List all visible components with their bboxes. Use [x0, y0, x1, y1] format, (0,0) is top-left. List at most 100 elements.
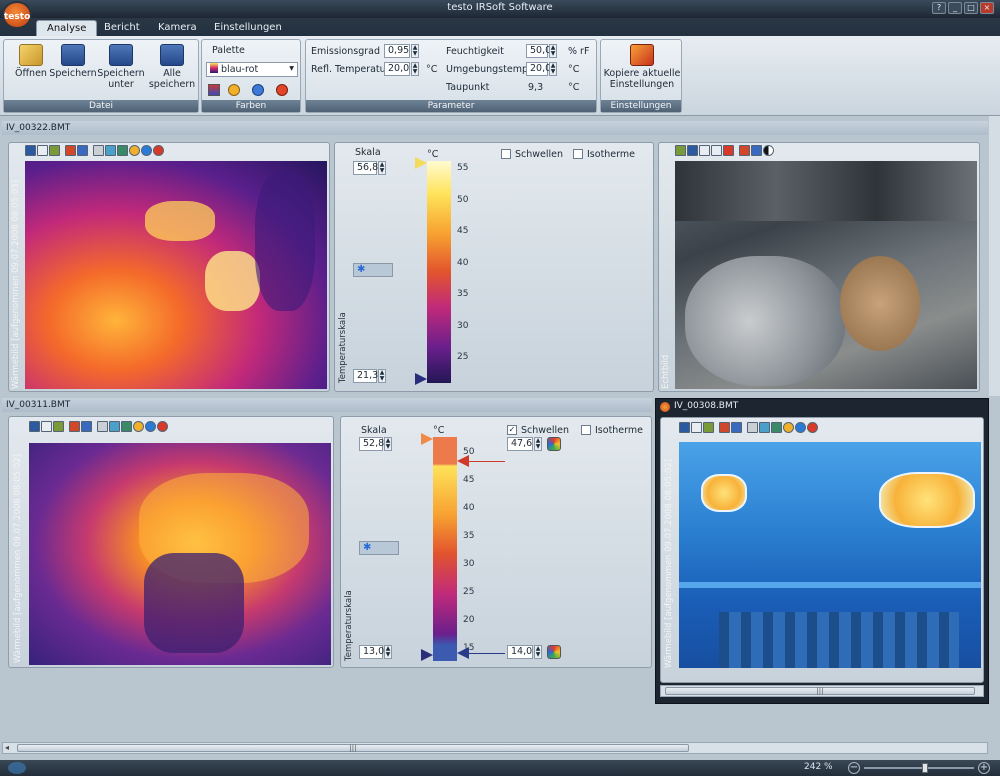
hot-spot-icon[interactable]: [129, 145, 140, 156]
zoom-slider-thumb[interactable]: [922, 763, 928, 773]
histogram-icon[interactable]: [117, 145, 128, 156]
thermal-image[interactable]: [679, 442, 981, 668]
upper-threshold-field[interactable]: 47,6: [507, 437, 533, 451]
upper-threshold-handle[interactable]: [457, 455, 469, 467]
marker-icon[interactable]: [157, 421, 168, 432]
workspace-horizontal-scrollbar[interactable]: ◂ |||: [2, 742, 988, 754]
emission-spinner[interactable]: ▲ ▼: [411, 44, 419, 58]
cold-spot-icon[interactable]: [141, 145, 152, 156]
export-icon[interactable]: [49, 145, 60, 156]
zoom-out-icon[interactable]: [751, 145, 762, 156]
profile-icon[interactable]: [759, 422, 770, 433]
thermometer-icon[interactable]: [93, 145, 104, 156]
blue-dot-icon[interactable]: [252, 84, 264, 96]
zoom-slider-track[interactable]: [864, 767, 974, 769]
copy-icon[interactable]: [41, 421, 52, 432]
copy-icon[interactable]: [699, 145, 710, 156]
thermometer-icon[interactable]: [208, 84, 220, 96]
paste-icon[interactable]: [711, 145, 722, 156]
refl-temp-spinner[interactable]: ▲ ▼: [411, 62, 419, 76]
color-picker-icon[interactable]: [547, 645, 561, 659]
color-picker-icon[interactable]: [547, 437, 561, 451]
copy-icon[interactable]: [691, 422, 702, 433]
scale-min-field[interactable]: 21,3: [353, 369, 378, 383]
isotherme-checkbox[interactable]: [581, 425, 591, 435]
schwellen-checkbox[interactable]: [501, 149, 511, 159]
save-as-button[interactable]: Speichern unter: [96, 42, 146, 90]
tab-bericht[interactable]: Bericht: [94, 20, 150, 36]
maximize-button[interactable]: □: [964, 2, 978, 14]
document-tab[interactable]: IV_00322.BMT: [2, 121, 988, 135]
save-icon[interactable]: [25, 145, 36, 156]
app-logo[interactable]: testo: [2, 1, 32, 29]
profile-icon[interactable]: [105, 145, 116, 156]
scale-max-field[interactable]: 56,8: [353, 161, 378, 175]
histogram-icon[interactable]: [771, 422, 782, 433]
save-icon[interactable]: [29, 421, 40, 432]
ambient-field[interactable]: 20,0: [526, 62, 551, 76]
scrollbar-thumb[interactable]: |||: [17, 744, 689, 752]
thermal-image[interactable]: [29, 443, 331, 665]
zoom-in-button[interactable]: +: [978, 762, 990, 774]
max-slider-handle[interactable]: [415, 157, 427, 169]
hot-spot-icon[interactable]: [133, 421, 144, 432]
zoom-in-icon[interactable]: [719, 422, 730, 433]
humidity-field[interactable]: 50,0: [526, 44, 551, 58]
lower-threshold-field[interactable]: 14,0: [507, 645, 533, 659]
profile-icon[interactable]: [109, 421, 120, 432]
cold-spot-icon[interactable]: [795, 422, 806, 433]
emission-field[interactable]: 0,95: [384, 44, 410, 58]
minimize-button[interactable]: _: [948, 2, 962, 14]
zoom-in-icon[interactable]: [65, 145, 76, 156]
scale-max-spinner[interactable]: ▲ ▼: [378, 161, 386, 175]
export-icon[interactable]: [53, 421, 64, 432]
marker-icon[interactable]: [153, 145, 164, 156]
save-all-button[interactable]: Alle speichern: [147, 42, 197, 90]
min-slider-handle[interactable]: [421, 649, 433, 661]
auto-scale-button[interactable]: ✱: [359, 541, 399, 555]
zoom-out-button[interactable]: −: [848, 762, 860, 774]
schwellen-checkbox[interactable]: ✓: [507, 425, 517, 435]
scale-max-spinner[interactable]: ▲ ▼: [384, 437, 392, 451]
palette-select[interactable]: blau-rot ▾: [206, 62, 298, 77]
tab-kamera[interactable]: Kamera: [148, 20, 207, 36]
zoom-out-icon[interactable]: [77, 145, 88, 156]
lower-threshold-handle[interactable]: [457, 647, 469, 659]
ambient-spinner[interactable]: ▲ ▼: [549, 62, 557, 76]
thermometer-icon[interactable]: [97, 421, 108, 432]
copy-settings-button[interactable]: Kopiere aktuelle Einstellungen: [603, 42, 681, 90]
thermal-image[interactable]: [25, 161, 327, 389]
contrast-icon[interactable]: [763, 145, 774, 156]
export-icon[interactable]: [703, 422, 714, 433]
zoom-in-icon[interactable]: [69, 421, 80, 432]
lower-threshold-spinner[interactable]: ▲ ▼: [534, 645, 542, 659]
humidity-spinner[interactable]: ▲ ▼: [549, 44, 557, 58]
cold-spot-icon[interactable]: [145, 421, 156, 432]
tab-analyse[interactable]: Analyse: [36, 20, 98, 36]
load-icon[interactable]: [675, 145, 686, 156]
zoom-out-icon[interactable]: [731, 422, 742, 433]
auto-scale-button[interactable]: ✱: [353, 263, 393, 277]
scale-min-spinner[interactable]: ▲ ▼: [384, 645, 392, 659]
max-slider-handle[interactable]: [421, 433, 433, 445]
isotherme-checkbox[interactable]: [573, 149, 583, 159]
save-icon[interactable]: [679, 422, 690, 433]
upper-threshold-spinner[interactable]: ▲ ▼: [534, 437, 542, 451]
save-icon[interactable]: [687, 145, 698, 156]
document-tab[interactable]: IV_00311.BMT: [2, 398, 652, 412]
thermometer-icon[interactable]: [747, 422, 758, 433]
scrollbar-thumb[interactable]: |||: [665, 687, 975, 695]
document-title[interactable]: IV_00308.BMT: [674, 401, 738, 411]
sun-icon[interactable]: [228, 84, 240, 96]
save-button[interactable]: Speichern: [48, 42, 98, 79]
horizontal-scrollbar[interactable]: |||: [660, 685, 984, 697]
red-dot-icon[interactable]: [276, 84, 288, 96]
scroll-left-icon[interactable]: ◂: [5, 743, 9, 752]
zoom-out-icon[interactable]: [81, 421, 92, 432]
hot-spot-icon[interactable]: [783, 422, 794, 433]
help-icon[interactable]: ?: [932, 2, 946, 14]
tab-einstellungen[interactable]: Einstellungen: [204, 20, 292, 36]
refl-temp-field[interactable]: 20,0: [384, 62, 410, 76]
scale-min-field[interactable]: 13,0: [359, 645, 384, 659]
zoom-in-icon[interactable]: [739, 145, 750, 156]
